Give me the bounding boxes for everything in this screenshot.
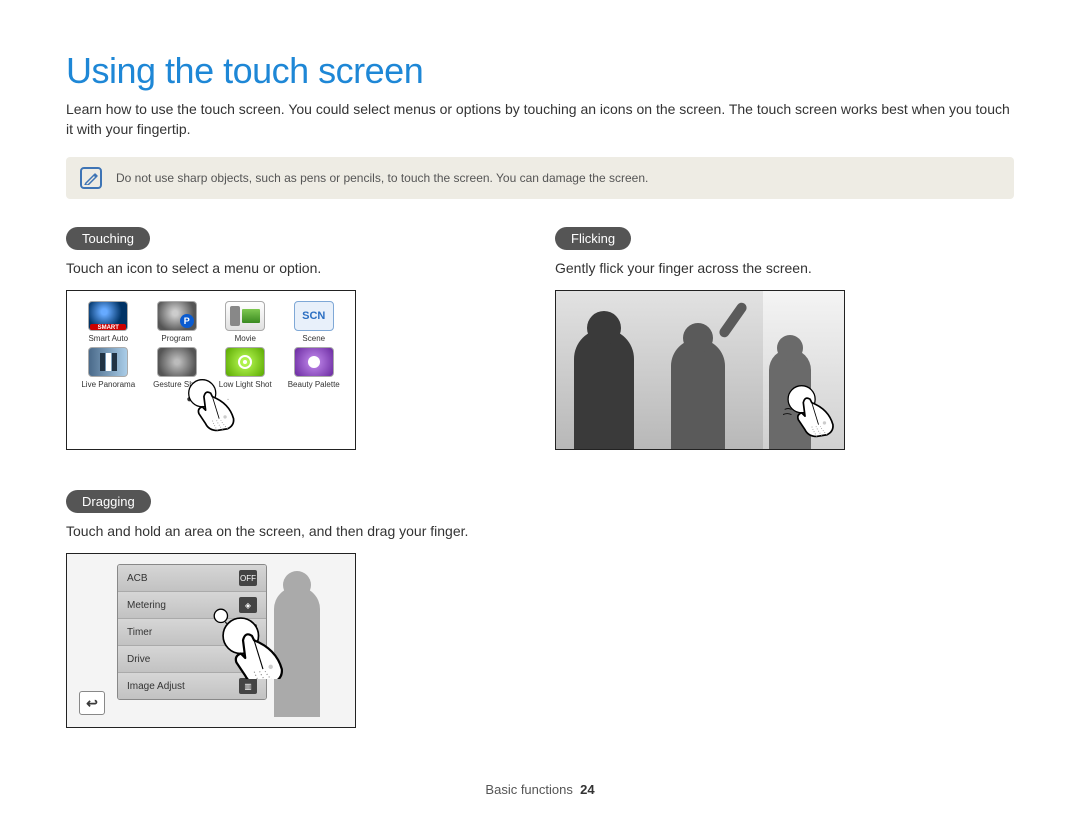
note-box: Do not use sharp objects, such as pens o… <box>66 157 1014 199</box>
drag-screen-illustration: ACBOFF Metering◈ TimerOFF Drive▭ Image A… <box>66 553 356 728</box>
silhouette-icon <box>671 339 725 449</box>
section-touching: Touching Touch an icon to select a menu … <box>66 227 525 450</box>
desc-flicking: Gently flick your finger across the scre… <box>555 260 1014 276</box>
touch-screen-illustration: SMART Smart Auto P Program <box>66 290 356 450</box>
note-icon <box>80 167 102 189</box>
app-smart-auto[interactable]: SMART Smart Auto <box>79 301 138 343</box>
finger-touch-icon <box>187 378 242 433</box>
back-button[interactable]: ↩ <box>79 691 105 715</box>
desc-touching: Touch an icon to select a menu or option… <box>66 260 525 276</box>
flick-screen-illustration <box>555 290 845 450</box>
app-scene[interactable]: SCN Scene <box>285 301 344 343</box>
section-flicking: Flicking Gently flick your finger across… <box>555 227 1014 450</box>
silhouette-icon <box>574 329 634 449</box>
desc-dragging: Touch and hold an area on the screen, an… <box>66 523 525 539</box>
page-intro: Learn how to use the touch screen. You c… <box>66 100 1014 139</box>
note-text: Do not use sharp objects, such as pens o… <box>116 171 648 185</box>
app-movie[interactable]: Movie <box>216 301 275 343</box>
page-title: Using the touch screen <box>66 50 1014 92</box>
drag-hand-icon <box>212 607 284 679</box>
chip-touching: Touching <box>66 227 150 250</box>
chip-flicking: Flicking <box>555 227 631 250</box>
app-beauty-palette[interactable]: Beauty Palette <box>285 347 344 389</box>
page-footer: Basic functions 24 <box>0 782 1080 797</box>
flick-hand-icon <box>783 384 838 439</box>
chip-dragging: Dragging <box>66 490 151 513</box>
menu-row-acb[interactable]: ACBOFF <box>118 565 266 592</box>
app-program[interactable]: P Program <box>148 301 207 343</box>
section-dragging: Dragging Touch and hold an area on the s… <box>66 490 525 728</box>
app-live-panorama[interactable]: Live Panorama <box>79 347 138 389</box>
